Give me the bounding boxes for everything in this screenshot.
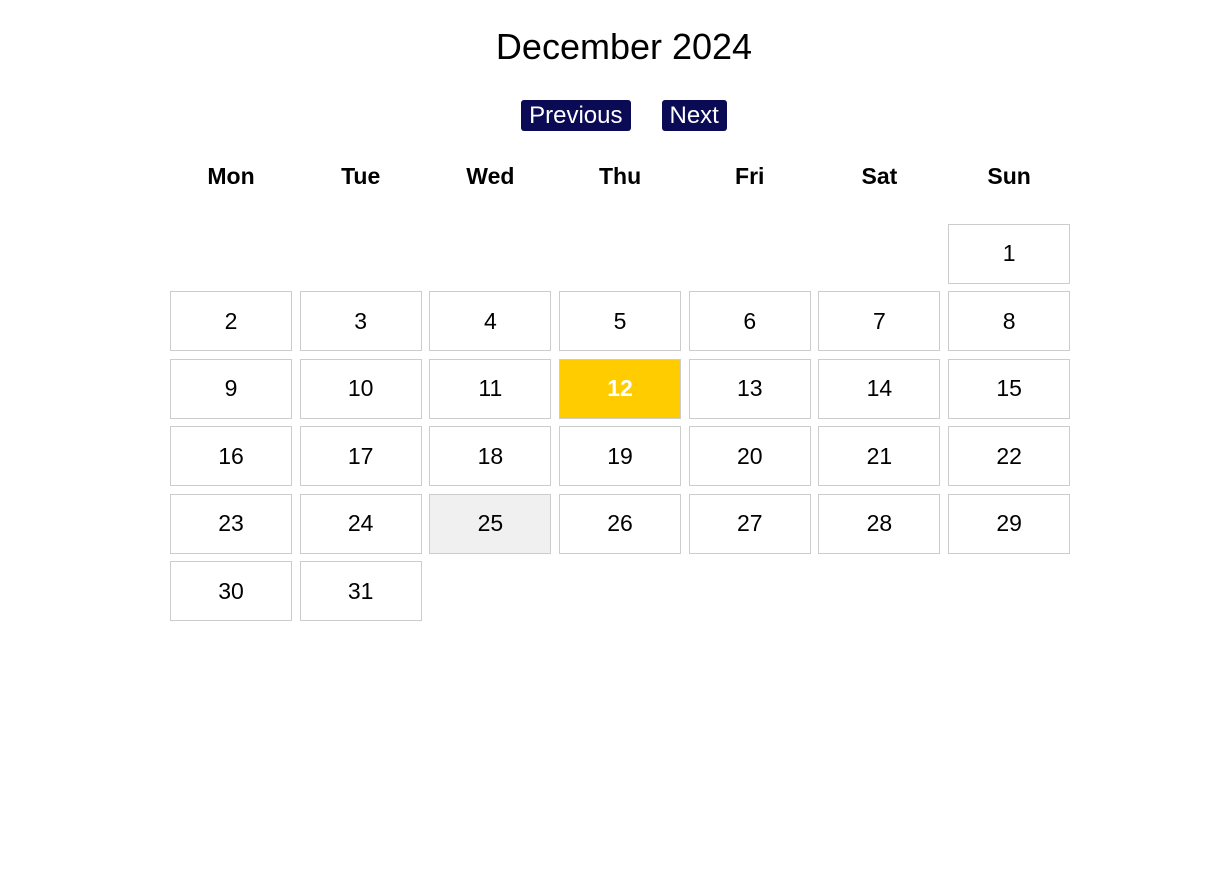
weekday-header: Sun xyxy=(987,163,1031,189)
day-cell[interactable]: 24 xyxy=(299,493,422,554)
day-cell[interactable]: 31 xyxy=(299,561,422,621)
weekday-header: Mon xyxy=(207,163,255,189)
day-cell[interactable]: 9 xyxy=(170,358,292,419)
month-navigation: Previous Next xyxy=(0,100,1232,131)
day-cell[interactable]: 18 xyxy=(429,426,552,486)
day-cell[interactable]: 22 xyxy=(948,426,1071,486)
day-cell[interactable]: 11 xyxy=(429,358,552,419)
day-cell-today[interactable]: 12 xyxy=(559,358,682,419)
previous-month-button[interactable]: Previous xyxy=(521,100,631,131)
page-title: December 2024 xyxy=(495,26,753,67)
calendar-grid: Mon Tue Wed Thu Fri Sat Sun 1 2 3 4 5 6 7 8 9 10 1… xyxy=(170,156,1071,621)
day-cell[interactable]: 27 xyxy=(688,493,811,554)
day-cell[interactable]: 17 xyxy=(299,426,422,486)
weekday-header: Wed xyxy=(466,163,515,189)
day-cell[interactable]: 20 xyxy=(688,426,811,486)
day-cell[interactable]: 13 xyxy=(688,358,811,419)
day-cell[interactable]: 16 xyxy=(170,426,292,486)
day-cell[interactable]: 7 xyxy=(818,291,941,351)
weekday-header: Fri xyxy=(735,163,765,189)
day-cell[interactable]: 23 xyxy=(170,493,292,554)
next-month-button[interactable]: Next xyxy=(661,100,727,131)
day-cell[interactable]: 19 xyxy=(559,426,682,486)
day-cell[interactable]: 28 xyxy=(818,493,941,554)
day-cell[interactable]: 1 xyxy=(948,223,1071,284)
day-cell[interactable]: 6 xyxy=(688,291,811,351)
day-cell[interactable]: 15 xyxy=(948,358,1071,419)
day-cell[interactable]: 5 xyxy=(559,291,682,351)
day-cell[interactable]: 8 xyxy=(948,291,1071,351)
weekday-header: Thu xyxy=(598,163,642,189)
day-cell[interactable]: 26 xyxy=(559,493,682,554)
day-cell[interactable]: 29 xyxy=(948,493,1071,554)
day-cell[interactable]: 2 xyxy=(170,291,292,351)
weekday-header: Sat xyxy=(861,163,898,189)
day-cell[interactable]: 30 xyxy=(170,561,292,621)
day-cell[interactable]: 25 xyxy=(429,493,552,554)
day-cell[interactable]: 10 xyxy=(299,358,422,419)
day-cell[interactable]: 3 xyxy=(299,291,422,351)
weekday-header: Tue xyxy=(341,163,381,189)
day-cell[interactable]: 21 xyxy=(818,426,941,486)
day-cell[interactable]: 4 xyxy=(429,291,552,351)
day-cell[interactable]: 14 xyxy=(818,358,941,419)
